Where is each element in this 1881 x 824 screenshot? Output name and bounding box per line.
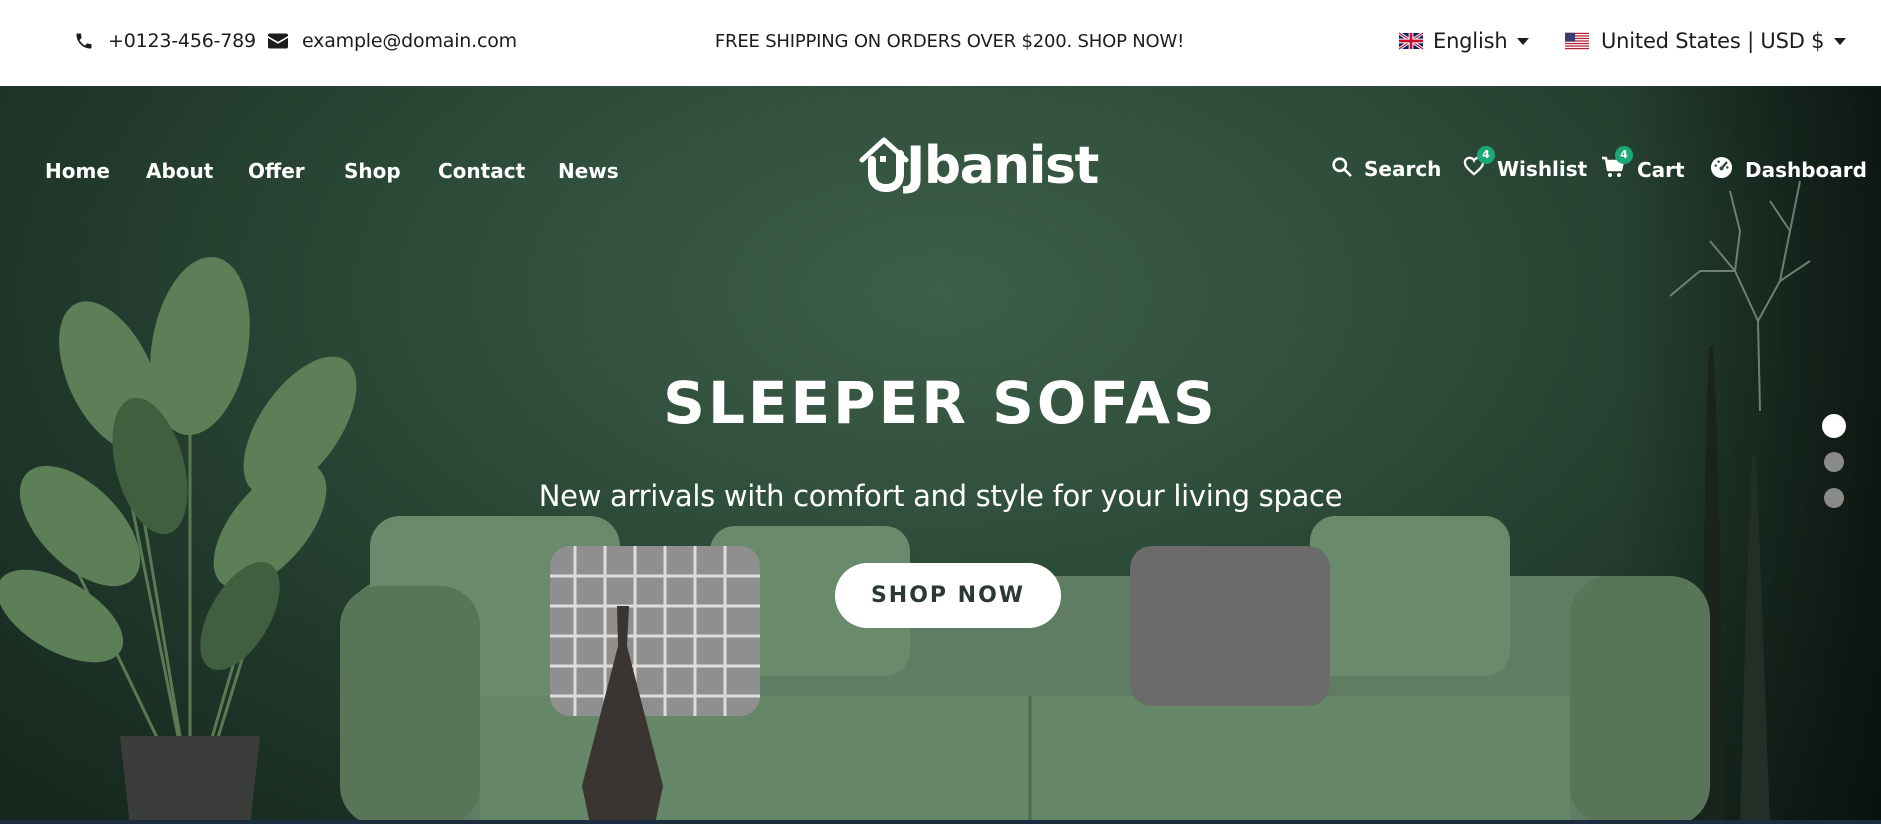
house-logo-icon [858,136,910,196]
shop-now-button[interactable]: SHOP NOW [835,563,1061,628]
uk-flag-icon [1399,32,1423,50]
promo-text[interactable]: FREE SHIPPING ON ORDERS OVER $200. SHOP … [715,31,1184,52]
search-button[interactable]: Search [1331,156,1441,182]
phone-icon [74,31,94,51]
cart-icon: 4 [1601,146,1633,183]
vase-decoration [582,606,663,824]
hero-subtitle: New arrivals with comfort and style for … [538,479,1343,513]
wishlist-count-badge: 4 [1477,146,1495,164]
cart-label: Cart [1637,157,1685,182]
site-logo[interactable]: Jbanist [858,136,1099,196]
chevron-down-icon [1517,37,1530,45]
search-label: Search [1364,157,1442,181]
slider-dot-1[interactable] [1822,414,1846,438]
sofa-decoration [340,516,1710,824]
nav-link-about[interactable]: About [146,159,213,183]
envelope-icon [268,33,288,49]
nav-link-news[interactable]: News [558,159,619,183]
cart-count-badge: 4 [1615,146,1633,164]
language-selector[interactable]: English [1399,0,1530,82]
email-contact[interactable]: example@domain.com [268,0,517,82]
dashboard-gauge-icon [1710,156,1733,184]
nav-link-shop[interactable]: Shop [344,159,401,183]
us-flag-icon [1565,32,1589,50]
dashboard-label: Dashboard [1745,158,1867,182]
heart-icon: 4 [1463,146,1495,181]
chevron-down-icon [1834,37,1847,45]
slider-dot-2[interactable] [1824,452,1844,472]
phone-number: +0123-456-789 [108,30,256,52]
hero-bottom-border [0,820,1881,824]
currency-label: United States | USD $ [1601,29,1825,53]
nav-link-contact[interactable]: Contact [438,159,525,183]
main-nav: Home About Offer Shop Contact News Jbani… [0,86,1881,196]
hero-title: SLEEPER SOFAS [663,369,1218,437]
nav-link-home[interactable]: Home [45,159,110,183]
cart-button[interactable]: 4 Cart [1601,146,1685,183]
hero-banner [0,86,1881,824]
nav-link-offer[interactable]: Offer [248,159,305,183]
phone-contact[interactable]: +0123-456-789 [74,0,256,82]
top-bar: +0123-456-789 example@domain.com FREE SH… [0,0,1881,86]
currency-selector[interactable]: United States | USD $ [1565,0,1847,82]
slider-dot-3[interactable] [1824,488,1844,508]
logo-text: Jbanist [906,136,1099,196]
search-icon [1331,156,1352,182]
email-address: example@domain.com [302,30,517,52]
wishlist-button[interactable]: 4 Wishlist [1463,146,1588,181]
wishlist-label: Wishlist [1497,156,1588,181]
dashboard-button[interactable]: Dashboard [1710,156,1867,184]
language-label: English [1433,29,1508,53]
